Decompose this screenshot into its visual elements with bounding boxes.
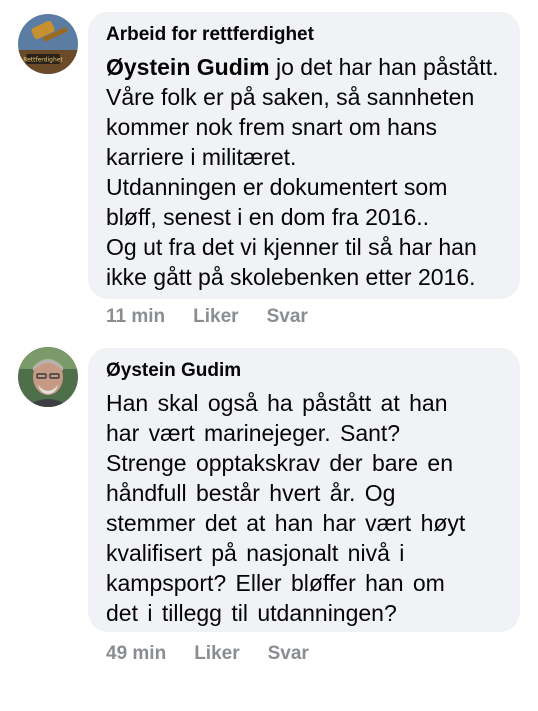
- reply-button[interactable]: Svar: [268, 643, 309, 665]
- comment-text: Han skal også ha påstått at han har vært…: [106, 390, 466, 626]
- mention-tag[interactable]: Øystein Gudim: [106, 54, 270, 80]
- comment-body: jo det har han påstått. Våre folk er på …: [106, 54, 499, 290]
- comment-actions: 49 min Liker Svar: [106, 643, 309, 665]
- comment-bubble: Arbeid for rettferdighet Øystein Gudim j…: [88, 12, 520, 299]
- like-button[interactable]: Liker: [193, 306, 238, 328]
- avatar[interactable]: Rettferdighet: [18, 14, 78, 74]
- comment-bubble: Øystein Gudim Han skal også ha påstått a…: [88, 348, 520, 632]
- like-button[interactable]: Liker: [194, 643, 239, 665]
- avatar-label: Rettferdighet: [23, 57, 63, 64]
- comment-timestamp[interactable]: 11 min: [106, 306, 165, 328]
- comment-author[interactable]: Øystein Gudim: [106, 360, 502, 382]
- comment-timestamp[interactable]: 49 min: [106, 643, 166, 665]
- comment-author[interactable]: Arbeid for rettferdighet: [106, 24, 502, 46]
- avatar[interactable]: [18, 347, 78, 407]
- comment-text: Øystein Gudim jo det har han påstått. Vå…: [106, 52, 502, 292]
- gavel-avatar-icon: Rettferdighet: [18, 14, 78, 74]
- reply-button[interactable]: Svar: [267, 306, 308, 328]
- user-photo-icon: [18, 347, 78, 407]
- comment-actions: 11 min Liker Svar: [106, 306, 308, 328]
